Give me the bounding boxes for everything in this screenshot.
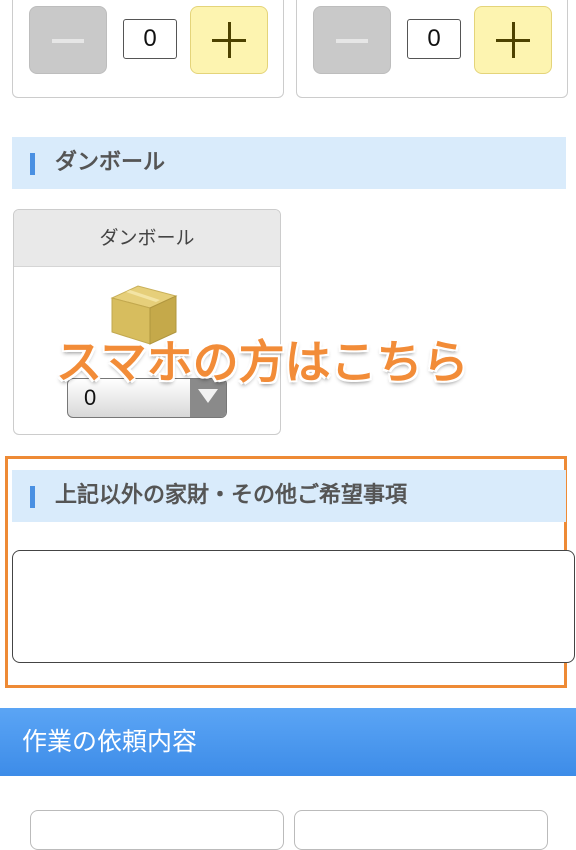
- section-header-cardboard: ダンボール: [12, 137, 566, 189]
- option-card[interactable]: [294, 810, 548, 850]
- decrement-button[interactable]: [313, 6, 391, 74]
- quantity-input[interactable]: 0: [123, 19, 177, 59]
- increment-button[interactable]: [190, 6, 268, 74]
- decrement-button[interactable]: [29, 6, 107, 74]
- cardboard-card: ダンボール 0: [13, 209, 281, 435]
- option-card[interactable]: [30, 810, 284, 850]
- increment-button[interactable]: [474, 6, 552, 74]
- smartphone-overlay-text[interactable]: スマホの方はこちら: [56, 326, 469, 392]
- item-card: 0: [296, 0, 568, 98]
- section-header-notes: 上記以外の家財・その他ご希望事項: [12, 470, 566, 522]
- section-marker: [30, 486, 35, 508]
- notes-textarea[interactable]: [12, 550, 575, 663]
- card-title: ダンボール: [14, 210, 280, 267]
- work-section-banner: 作業の依頼内容: [0, 708, 576, 776]
- quantity-input[interactable]: 0: [407, 19, 461, 59]
- section-title: ダンボール: [55, 150, 166, 175]
- section-title: 上記以外の家財・その他ご希望事項: [55, 483, 408, 508]
- work-section-title: 作業の依頼内容: [22, 727, 198, 756]
- item-card: 0: [12, 0, 284, 98]
- section-marker: [30, 153, 35, 175]
